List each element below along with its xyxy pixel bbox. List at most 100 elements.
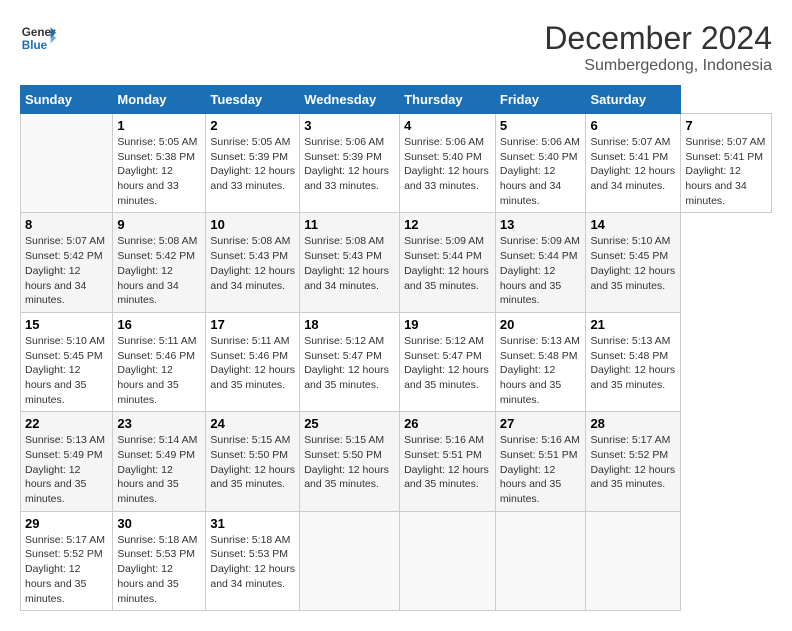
calendar-cell: 9Sunrise: 5:08 AM Sunset: 5:42 PM Daylig… bbox=[113, 213, 206, 312]
day-number: 27 bbox=[500, 416, 582, 431]
calendar-cell: 15 Sunrise: 5:10 AM Sunset: 5:45 PM Dayli… bbox=[21, 312, 113, 411]
calendar-cell bbox=[495, 511, 586, 610]
calendar-cell: 29 Sunrise: 5:17 AM Sunset: 5:52 PM Dayli… bbox=[21, 511, 113, 610]
day-number: 13 bbox=[500, 217, 582, 232]
day-info: Sunrise: 5:13 AM Sunset: 5:48 PM Dayligh… bbox=[590, 334, 676, 393]
day-number: 17 bbox=[210, 317, 295, 332]
day-info: Sunrise: 5:18 AM Sunset: 5:53 PM Dayligh… bbox=[210, 533, 295, 592]
calendar-week-2: 8 Sunrise: 5:07 AM Sunset: 5:42 PM Daylig… bbox=[21, 213, 772, 312]
day-info: Sunrise: 5:15 AM Sunset: 5:50 PM Dayligh… bbox=[304, 433, 395, 492]
calendar-cell: 1 Sunrise: 5:05 AM Sunset: 5:38 PM Daylig… bbox=[113, 114, 206, 213]
header-thursday: Thursday bbox=[400, 86, 496, 114]
day-number: 20 bbox=[500, 317, 582, 332]
day-number: 14 bbox=[590, 217, 676, 232]
day-info: Sunrise: 5:12 AM Sunset: 5:47 PM Dayligh… bbox=[404, 334, 491, 393]
day-info: Sunrise: 5:10 AM Sunset: 5:45 PM Dayligh… bbox=[590, 234, 676, 293]
calendar-cell bbox=[300, 511, 400, 610]
day-info: Sunrise: 5:08 AM Sunset: 5:43 PM Dayligh… bbox=[210, 234, 295, 293]
day-number: 24 bbox=[210, 416, 295, 431]
header-tuesday: Tuesday bbox=[206, 86, 300, 114]
day-info: Sunrise: 5:07 AM Sunset: 5:42 PM Dayligh… bbox=[25, 234, 108, 307]
calendar-cell: 6Sunrise: 5:07 AM Sunset: 5:41 PM Daylig… bbox=[586, 114, 681, 213]
day-number: 15 bbox=[25, 317, 108, 332]
calendar-cell: 28Sunrise: 5:17 AM Sunset: 5:52 PM Dayli… bbox=[586, 412, 681, 511]
day-number: 25 bbox=[304, 416, 395, 431]
calendar-header: Sunday Monday Tuesday Wednesday Thursday… bbox=[21, 86, 772, 114]
calendar-cell: 10 Sunrise: 5:08 AM Sunset: 5:43 PM Dayli… bbox=[206, 213, 300, 312]
calendar-cell: 27Sunrise: 5:16 AM Sunset: 5:51 PM Dayli… bbox=[495, 412, 586, 511]
day-info: Sunrise: 5:05 AM Sunset: 5:38 PM Dayligh… bbox=[117, 135, 201, 208]
header-wednesday: Wednesday bbox=[300, 86, 400, 114]
calendar-cell: 16 Sunrise: 5:11 AM Sunset: 5:46 PM Dayli… bbox=[113, 312, 206, 411]
calendar-week-3: 15 Sunrise: 5:10 AM Sunset: 5:45 PM Dayli… bbox=[21, 312, 772, 411]
logo: General Blue bbox=[20, 20, 56, 56]
calendar-cell: 14 Sunrise: 5:10 AM Sunset: 5:45 PM Dayli… bbox=[586, 213, 681, 312]
day-info: Sunrise: 5:06 AM Sunset: 5:40 PM Dayligh… bbox=[404, 135, 491, 194]
day-info: Sunrise: 5:07 AM Sunset: 5:41 PM Dayligh… bbox=[590, 135, 676, 194]
header-sunday: Sunday bbox=[21, 86, 113, 114]
day-info: Sunrise: 5:05 AM Sunset: 5:39 PM Dayligh… bbox=[210, 135, 295, 194]
calendar-cell: 23 Sunrise: 5:14 AM Sunset: 5:49 PM Dayli… bbox=[113, 412, 206, 511]
header-saturday: Saturday bbox=[586, 86, 681, 114]
day-number: 5 bbox=[500, 118, 582, 133]
calendar-cell: 4 Sunrise: 5:06 AM Sunset: 5:40 PM Daylig… bbox=[400, 114, 496, 213]
calendar-cell: 3 Sunrise: 5:06 AM Sunset: 5:39 PM Daylig… bbox=[300, 114, 400, 213]
day-number: 29 bbox=[25, 516, 108, 531]
calendar-cell bbox=[21, 114, 113, 213]
day-info: Sunrise: 5:18 AM Sunset: 5:53 PM Dayligh… bbox=[117, 533, 201, 606]
calendar-title: December 2024 bbox=[544, 20, 772, 57]
calendar-cell: 18 Sunrise: 5:12 AM Sunset: 5:47 PM Dayli… bbox=[300, 312, 400, 411]
day-number: 3 bbox=[304, 118, 395, 133]
day-info: Sunrise: 5:11 AM Sunset: 5:46 PM Dayligh… bbox=[117, 334, 201, 407]
day-number: 26 bbox=[404, 416, 491, 431]
day-info: Sunrise: 5:14 AM Sunset: 5:49 PM Dayligh… bbox=[117, 433, 201, 506]
calendar-cell: 19Sunrise: 5:12 AM Sunset: 5:47 PM Dayli… bbox=[400, 312, 496, 411]
day-number: 28 bbox=[590, 416, 676, 431]
day-number: 11 bbox=[304, 217, 395, 232]
day-info: Sunrise: 5:10 AM Sunset: 5:45 PM Dayligh… bbox=[25, 334, 108, 407]
calendar-body: 1 Sunrise: 5:05 AM Sunset: 5:38 PM Daylig… bbox=[21, 114, 772, 611]
calendar-week-1: 1 Sunrise: 5:05 AM Sunset: 5:38 PM Daylig… bbox=[21, 114, 772, 213]
calendar-cell: 17 Sunrise: 5:11 AM Sunset: 5:46 PM Dayli… bbox=[206, 312, 300, 411]
day-info: Sunrise: 5:12 AM Sunset: 5:47 PM Dayligh… bbox=[304, 334, 395, 393]
day-info: Sunrise: 5:09 AM Sunset: 5:44 PM Dayligh… bbox=[404, 234, 491, 293]
day-number: 18 bbox=[304, 317, 395, 332]
day-info: Sunrise: 5:16 AM Sunset: 5:51 PM Dayligh… bbox=[404, 433, 491, 492]
calendar-cell: 12 Sunrise: 5:09 AM Sunset: 5:44 PM Dayli… bbox=[400, 213, 496, 312]
calendar-cell: 13 Sunrise: 5:09 AM Sunset: 5:44 PM Dayli… bbox=[495, 213, 586, 312]
day-info: Sunrise: 5:06 AM Sunset: 5:40 PM Dayligh… bbox=[500, 135, 582, 208]
calendar-subtitle: Sumbergedong, Indonesia bbox=[544, 57, 772, 75]
day-info: Sunrise: 5:06 AM Sunset: 5:39 PM Dayligh… bbox=[304, 135, 395, 194]
svg-text:Blue: Blue bbox=[22, 39, 48, 52]
calendar-cell: 2 Sunrise: 5:05 AM Sunset: 5:39 PM Daylig… bbox=[206, 114, 300, 213]
calendar-cell bbox=[400, 511, 496, 610]
day-info: Sunrise: 5:09 AM Sunset: 5:44 PM Dayligh… bbox=[500, 234, 582, 307]
day-number: 9 bbox=[117, 217, 201, 232]
calendar-cell: 7Sunrise: 5:07 AM Sunset: 5:41 PM Daylig… bbox=[681, 114, 772, 213]
day-number: 8 bbox=[25, 217, 108, 232]
calendar-cell: 5 Sunrise: 5:06 AM Sunset: 5:40 PM Daylig… bbox=[495, 114, 586, 213]
day-number: 4 bbox=[404, 118, 491, 133]
calendar-cell: 21 Sunrise: 5:13 AM Sunset: 5:48 PM Dayli… bbox=[586, 312, 681, 411]
day-number: 2 bbox=[210, 118, 295, 133]
day-number: 1 bbox=[117, 118, 201, 133]
day-number: 30 bbox=[117, 516, 201, 531]
day-number: 7 bbox=[685, 118, 767, 133]
calendar-cell: 24Sunrise: 5:15 AM Sunset: 5:50 PM Dayli… bbox=[206, 412, 300, 511]
calendar-cell: 20Sunrise: 5:13 AM Sunset: 5:48 PM Dayli… bbox=[495, 312, 586, 411]
title-area: December 2024 Sumbergedong, Indonesia bbox=[544, 20, 772, 75]
day-number: 10 bbox=[210, 217, 295, 232]
calendar-cell: 31Sunrise: 5:18 AM Sunset: 5:53 PM Dayli… bbox=[206, 511, 300, 610]
day-info: Sunrise: 5:08 AM Sunset: 5:43 PM Dayligh… bbox=[304, 234, 395, 293]
day-number: 12 bbox=[404, 217, 491, 232]
day-number: 21 bbox=[590, 317, 676, 332]
calendar-cell: 25 Sunrise: 5:15 AM Sunset: 5:50 PM Dayli… bbox=[300, 412, 400, 511]
page-header: General Blue December 2024 Sumbergedong,… bbox=[20, 20, 772, 75]
calendar-cell: 22Sunrise: 5:13 AM Sunset: 5:49 PM Dayli… bbox=[21, 412, 113, 511]
calendar-cell: 11 Sunrise: 5:08 AM Sunset: 5:43 PM Dayli… bbox=[300, 213, 400, 312]
day-info: Sunrise: 5:13 AM Sunset: 5:49 PM Dayligh… bbox=[25, 433, 108, 506]
day-info: Sunrise: 5:11 AM Sunset: 5:46 PM Dayligh… bbox=[210, 334, 295, 393]
day-info: Sunrise: 5:17 AM Sunset: 5:52 PM Dayligh… bbox=[25, 533, 108, 606]
day-number: 16 bbox=[117, 317, 201, 332]
day-number: 23 bbox=[117, 416, 201, 431]
